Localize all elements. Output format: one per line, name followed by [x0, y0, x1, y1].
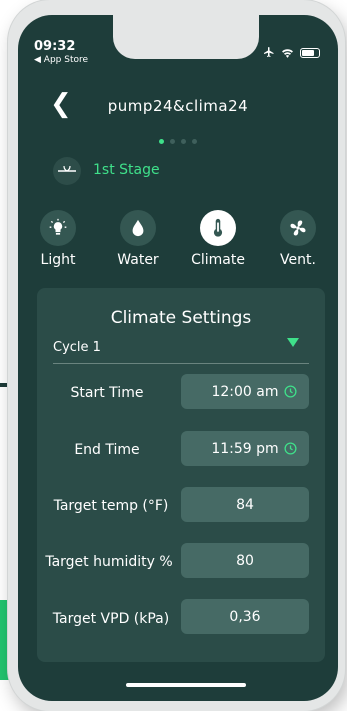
tab-vent[interactable]: Vent.: [268, 210, 328, 268]
water-drop-icon: [120, 210, 156, 246]
start-time-value: 12:00 am: [211, 383, 279, 400]
start-time-label: Start Time: [70, 385, 144, 401]
tab-climate[interactable]: Climate: [188, 210, 248, 268]
stage-plant-icon[interactable]: [53, 157, 81, 185]
climate-settings-card: Climate Settings Cycle 1 Start Time 12:0…: [37, 288, 325, 662]
target-humidity-label: Target humidity %: [45, 554, 173, 570]
target-vpd-input[interactable]: 0,36: [181, 599, 309, 634]
card-title: Climate Settings: [110, 308, 252, 328]
home-indicator[interactable]: [126, 683, 246, 687]
battery-icon: [300, 47, 320, 58]
status-icons: [263, 43, 320, 62]
page-title: pump24&clima24: [107, 97, 249, 115]
end-time-label: End Time: [74, 442, 140, 458]
cycle-select-label[interactable]: Cycle 1: [53, 340, 101, 355]
fan-icon: [280, 210, 316, 246]
chevron-down-icon[interactable]: [287, 338, 299, 347]
thermometer-icon: [200, 210, 236, 246]
page-indicator: [18, 139, 338, 144]
page-dot[interactable]: [192, 139, 197, 144]
target-temp-input[interactable]: 84: [181, 487, 309, 522]
tab-vent-label: Vent.: [280, 252, 316, 268]
page-dot-active[interactable]: [159, 139, 164, 144]
end-time-field[interactable]: 11:59 pm: [181, 431, 309, 466]
tab-water-label: Water: [117, 252, 159, 268]
tab-light[interactable]: Light: [28, 210, 88, 268]
start-time-field[interactable]: 12:00 am: [181, 374, 309, 409]
target-humidity-input[interactable]: 80: [181, 543, 309, 578]
page-dot[interactable]: [170, 139, 175, 144]
tab-light-label: Light: [40, 252, 76, 268]
tab-water[interactable]: Water: [108, 210, 168, 268]
light-bulb-icon: [40, 210, 76, 246]
target-temp-label: Target temp (°F): [53, 498, 169, 514]
divider: [53, 363, 309, 364]
airplane-icon: [263, 43, 275, 62]
end-time-value: 11:59 pm: [211, 440, 279, 457]
page-dot[interactable]: [181, 139, 186, 144]
wifi-icon: [281, 43, 294, 62]
tab-climate-label: Climate: [191, 252, 245, 268]
phone-notch: [113, 15, 259, 59]
app-screen: 09:32 ◀ App Store ❮ pump24&clima24 1st S…: [18, 15, 338, 701]
clock-icon: [284, 385, 297, 402]
status-time: 09:32: [34, 39, 76, 54]
target-vpd-label: Target VPD (kPa): [52, 611, 170, 627]
clock-icon: [284, 442, 297, 459]
stage-label[interactable]: 1st Stage: [93, 162, 160, 178]
back-to-app-store-link[interactable]: ◀ App Store: [34, 55, 88, 65]
